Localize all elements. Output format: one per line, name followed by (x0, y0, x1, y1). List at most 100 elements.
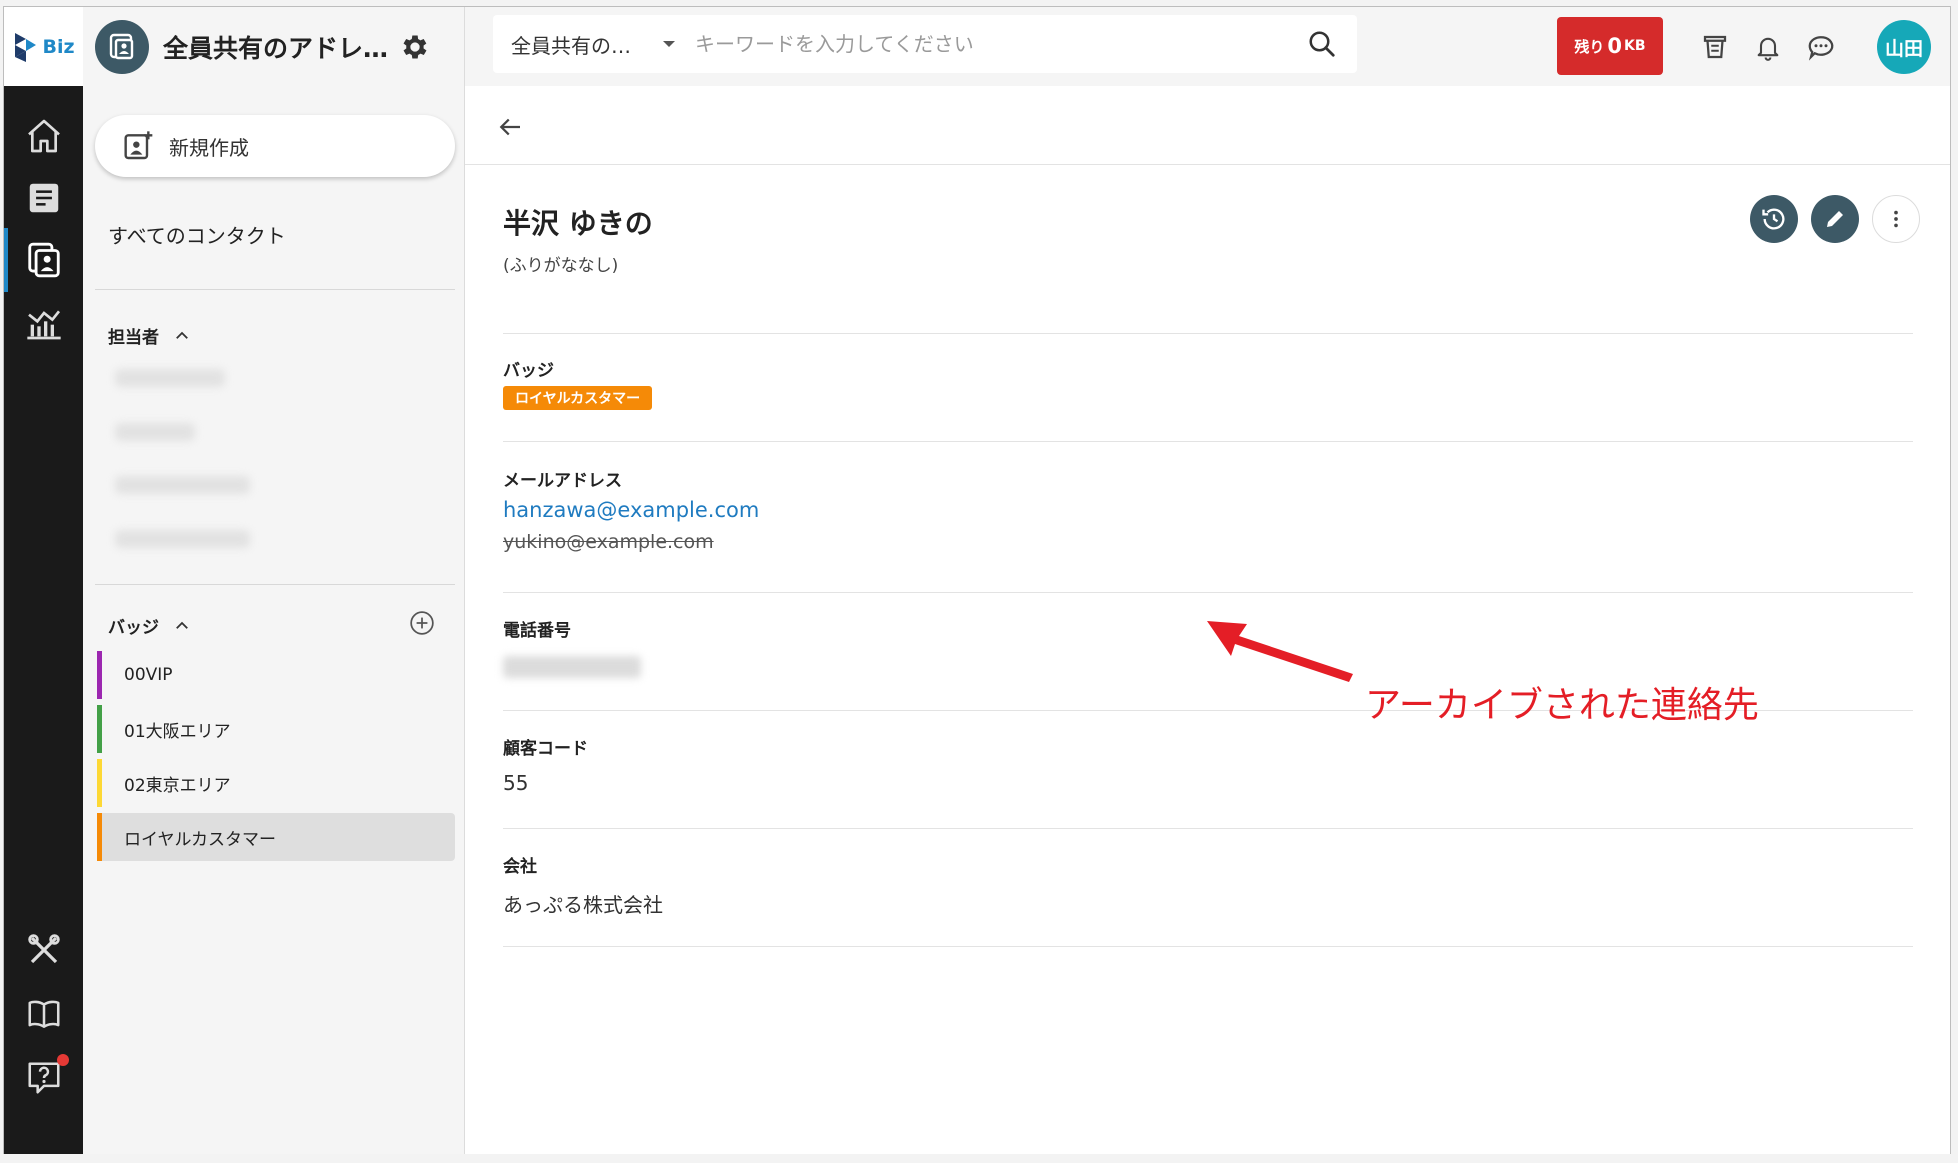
search-scope-value: 全員共有の… (511, 33, 631, 58)
badge-label: 00VIP (124, 665, 173, 685)
sidebar: 新規作成 すべてのコンタクト 担当者 バッジ 00VIP 01大阪エリア 02東… (83, 86, 465, 1155)
logo[interactable]: Biz (4, 7, 83, 86)
badge-color-bar (97, 651, 102, 699)
home-icon (27, 119, 60, 153)
help-icon (27, 1062, 60, 1094)
download-bar (0, 1154, 1958, 1163)
chart-icon (26, 310, 61, 340)
sidebar-badge-osaka[interactable]: 01大阪エリア (97, 705, 455, 753)
sidebar-divider (95, 289, 455, 290)
storage-remaining-badge[interactable]: 残り 0 KB (1557, 17, 1663, 75)
rail-manual[interactable] (4, 982, 83, 1046)
customer-code-label: 顧客コード (503, 739, 588, 759)
trash-button[interactable] (1695, 27, 1735, 67)
field-divider (503, 441, 1913, 442)
board-icon (29, 183, 58, 213)
company-field-label: 会社 (503, 857, 537, 877)
detail-header (465, 86, 1950, 165)
contact-kana: (ふりがななし) (503, 256, 619, 276)
contact-detail: 半沢 ゆきの (ふりがななし) バッジ ロイヤルカスタマー メールアドレス ha… (465, 86, 1950, 1155)
dropdown-caret-icon (663, 41, 675, 47)
more-menu-button[interactable] (1872, 195, 1920, 243)
phone-field-label: 電話番号 (503, 621, 571, 641)
chevron-up-icon (176, 621, 188, 629)
logo-text: Biz (42, 35, 75, 58)
pencil-icon (1827, 211, 1843, 227)
sidebar-badge-loyal-customer[interactable]: ロイヤルカスタマー (97, 813, 455, 861)
field-divider (503, 828, 1913, 829)
history-icon (1762, 208, 1785, 230)
badge-color-bar (97, 813, 102, 861)
app-switcher: 全員共有のアドレ… (83, 7, 465, 86)
contact-name: 半沢 ゆきの (503, 207, 653, 240)
book-icon (27, 1000, 60, 1028)
badge-label: 01大阪エリア (124, 721, 231, 742)
owner-section-label: 担当者 (108, 328, 159, 348)
email-primary-link[interactable]: hanzawa@example.com (503, 498, 759, 522)
field-divider (503, 592, 1913, 593)
add-contact-icon (124, 131, 153, 160)
phone-value-blurred (503, 656, 641, 678)
notifications-button[interactable] (1748, 27, 1788, 67)
sidebar-item-all-contacts[interactable]: すべてのコンタクト (108, 220, 286, 249)
storage-unit: KB (1624, 38, 1646, 54)
chat-button[interactable] (1801, 27, 1841, 67)
owner-item-blurred[interactable] (115, 476, 250, 494)
new-contact-button[interactable]: 新規作成 (95, 115, 455, 177)
badge-section-label: バッジ (108, 618, 159, 638)
contacts-icon (27, 242, 60, 278)
edit-button[interactable] (1811, 195, 1859, 243)
rail-help[interactable] (4, 1046, 83, 1110)
field-divider (503, 333, 1913, 334)
badge-color-bar (97, 705, 102, 753)
badge-label: 02東京エリア (124, 775, 231, 796)
app-title[interactable]: 全員共有のアドレ… (163, 29, 391, 65)
sidebar-divider (95, 584, 455, 585)
badge-label: ロイヤルカスタマー (124, 829, 276, 850)
annotation-arrow (1207, 621, 1353, 682)
app-window: Biz 全員共有のアドレ… 全員共有の… キーワードを入力してください 残り 0… (3, 6, 1951, 1155)
rail-reports[interactable] (4, 291, 83, 355)
top-bar: Biz 全員共有のアドレ… 全員共有の… キーワードを入力してください 残り 0… (4, 7, 1950, 86)
badge-chip: ロイヤルカスタマー (503, 386, 653, 410)
rail-board[interactable] (4, 166, 83, 230)
active-indicator (4, 228, 8, 292)
search-input[interactable] (695, 15, 1287, 73)
sidebar-badge-tokyo[interactable]: 02東京エリア (97, 759, 455, 807)
back-arrow-icon[interactable] (495, 112, 525, 142)
search-box: 全員共有の… (493, 15, 1357, 73)
owner-section-header[interactable]: 担当者 (108, 323, 191, 348)
badge-section-header[interactable]: バッジ (108, 613, 191, 638)
chat-icon (1808, 36, 1834, 61)
search-icon (1309, 31, 1335, 57)
trash-icon (1703, 35, 1727, 59)
rail-tools[interactable] (4, 918, 83, 982)
settings-gear-icon[interactable] (399, 31, 431, 63)
rail-address-book[interactable] (4, 228, 83, 292)
icon-rail (4, 86, 83, 1155)
owner-item-blurred[interactable] (115, 369, 225, 387)
customer-code-value: 55 (503, 771, 529, 795)
annotation-text: アーカイブされた連絡先 (1365, 685, 1759, 726)
company-value: あっぷる株式会社 (503, 893, 663, 917)
email-archived: yukino@example.com (503, 531, 714, 553)
badge-field-label: バッジ (503, 361, 554, 381)
storage-label: 残り (1574, 37, 1605, 56)
search-scope-select[interactable]: 全員共有の… (493, 15, 695, 73)
history-button[interactable] (1750, 195, 1798, 243)
field-divider (503, 946, 1913, 947)
more-vertical-icon (1894, 210, 1898, 228)
owner-item-blurred[interactable] (115, 423, 195, 441)
rail-home[interactable] (4, 104, 83, 168)
help-notification-dot (57, 1054, 69, 1066)
owner-item-blurred[interactable] (115, 530, 250, 548)
logo-icon (15, 32, 37, 62)
sidebar-badge-00vip[interactable]: 00VIP (97, 651, 455, 699)
address-book-icon[interactable] (95, 19, 149, 74)
new-contact-label: 新規作成 (169, 135, 249, 160)
search-zone: 全員共有の… 残り 0 KB (465, 7, 1950, 86)
add-badge-icon[interactable] (409, 610, 435, 636)
search-button[interactable] (1287, 15, 1357, 73)
user-avatar[interactable]: 山田 (1877, 20, 1931, 74)
chevron-up-icon (176, 331, 188, 339)
